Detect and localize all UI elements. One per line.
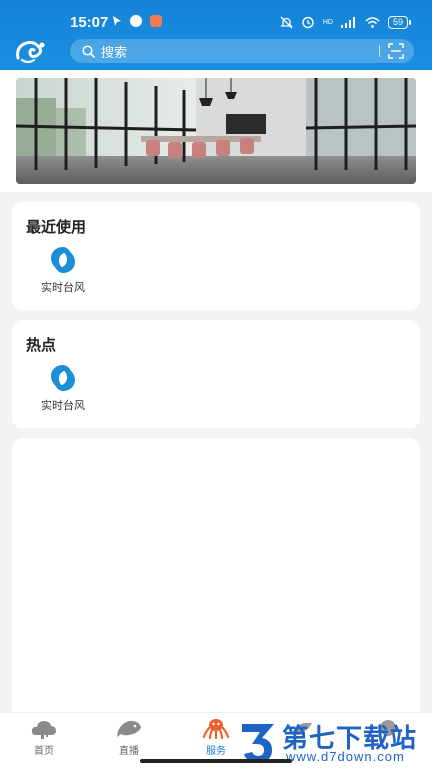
hot-typhoon-tile[interactable]: 实时台风 [34,362,92,413]
network-type: HD [322,18,333,26]
nav-live[interactable]: 直播 [99,717,159,757]
recent-title: 最近使用 [26,219,87,236]
search-placeholder: 搜索 [101,44,128,60]
nav-home[interactable]: 首页 [14,717,74,757]
content-area [12,438,420,718]
banner-image[interactable] [16,78,416,184]
cloud-home-icon [31,721,56,739]
nav-live-label: 直播 [119,746,139,757]
status-bar: 15:07 HD 59 [0,12,432,34]
banner-section [0,70,432,192]
bell-muted-icon [280,16,293,28]
typhoon-icon [51,365,75,391]
recent-typhoon-label: 实时台风 [41,282,85,294]
scan-icon[interactable] [388,43,404,59]
direction-icon [113,16,121,26]
app-logo-icon[interactable] [14,38,50,64]
watermark-sub: www.d7down.com [286,749,405,764]
recent-typhoon-tile[interactable]: 实时台风 [34,244,92,295]
status-left-icons [112,15,162,27]
app-notification-icon [130,15,142,27]
office-photo [16,78,416,184]
status-right-icons: HD 59 [280,15,412,29]
search-divider [379,45,380,57]
wifi-icon [365,16,380,28]
app-header: 15:07 HD 59 搜索 [0,0,432,70]
fish-live-icon [117,720,141,737]
nav-home-label: 首页 [34,746,54,757]
signal-icon [340,16,355,28]
hot-card: 热点 实时台风 [12,320,420,428]
hot-title: 热点 [26,337,57,354]
octopus-service-icon [202,719,230,739]
search-input[interactable]: 搜索 [70,39,414,63]
typhoon-icon [51,247,75,273]
hot-typhoon-label: 实时台风 [41,400,85,412]
battery-indicator: 59 [387,15,412,29]
home-indicator[interactable] [140,759,292,763]
alarm-icon [302,16,314,29]
status-time: 15:07 [70,14,109,31]
search-icon [82,44,95,58]
recent-card: 最近使用 实时台风 [12,202,420,310]
mail-notification-icon [150,15,162,27]
